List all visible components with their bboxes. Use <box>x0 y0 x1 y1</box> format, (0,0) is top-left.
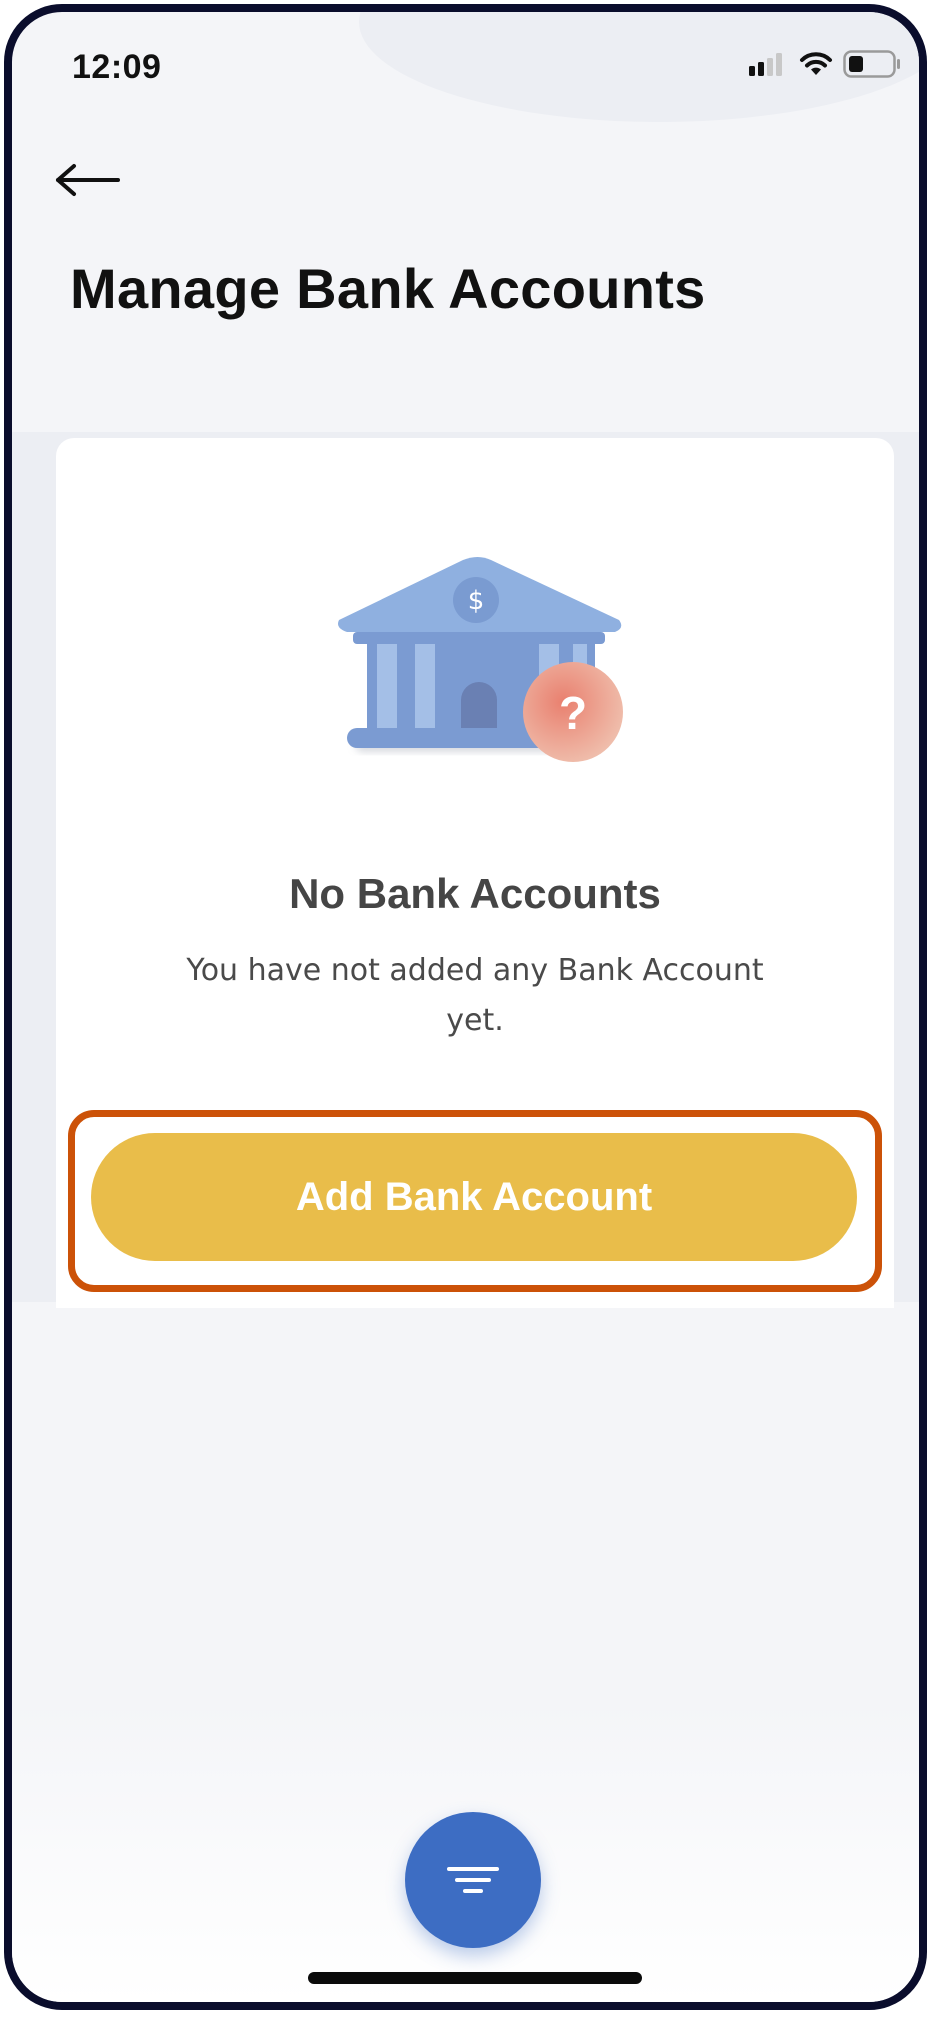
signal-icon <box>749 53 782 76</box>
device-frame: 12:09 Manage Bank Accounts $ ? No Bank A… <box>4 4 927 2010</box>
add-bank-account-button[interactable]: Add Bank Account <box>91 1133 857 1261</box>
menu-lines-icon <box>447 1867 499 1893</box>
screen: 12:09 Manage Bank Accounts $ ? No Bank A… <box>12 12 919 2002</box>
battery-icon <box>843 50 900 78</box>
status-icons <box>749 50 901 78</box>
wifi-icon <box>800 52 832 75</box>
back-button[interactable] <box>52 160 122 210</box>
empty-state-title: No Bank Accounts <box>289 870 661 917</box>
arrow-left-icon <box>56 164 120 196</box>
question-mark-symbol: ? <box>559 687 587 739</box>
bank-question-icon: $ ? <box>338 557 623 762</box>
menu-fab-button[interactable] <box>405 1812 541 1948</box>
empty-state-message: You have not added any Bank Account yet. <box>186 953 764 1038</box>
bank-currency-symbol: $ <box>468 586 485 616</box>
home-indicator <box>308 1972 642 1984</box>
page-title: Manage Bank Accounts <box>70 257 706 320</box>
status-time: 12:09 <box>72 48 162 86</box>
